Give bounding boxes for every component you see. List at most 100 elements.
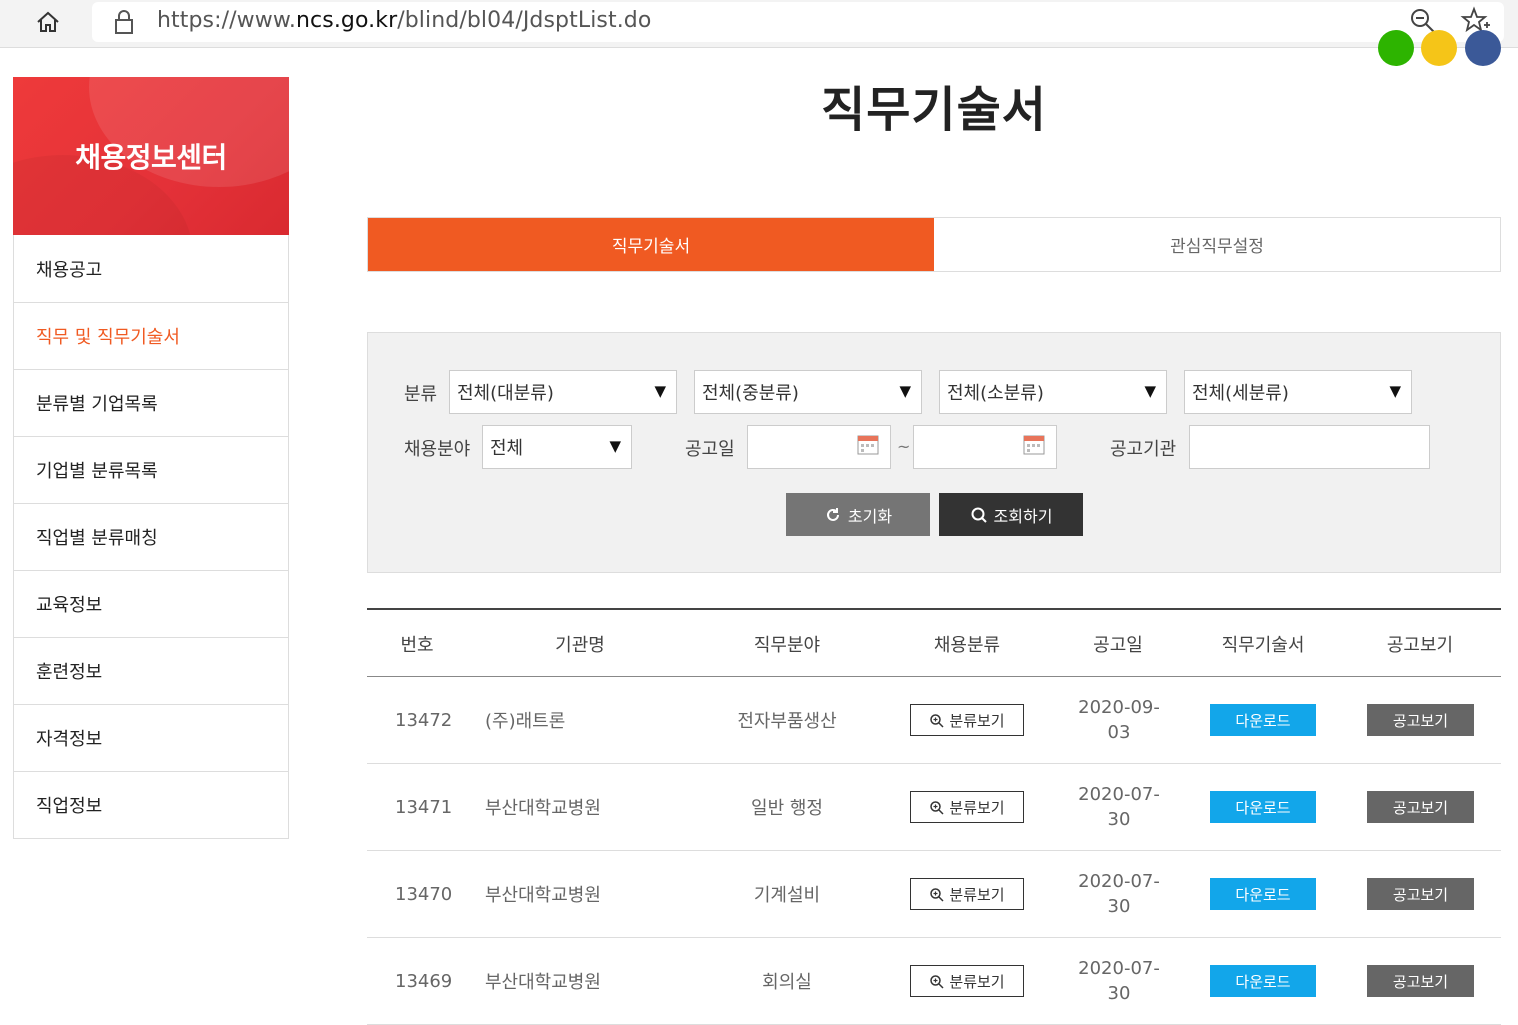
calendar-icon[interactable] xyxy=(857,434,879,456)
sidebar-header: 채용정보센터 xyxy=(13,77,289,235)
row-number: 13472 xyxy=(395,709,453,731)
row-notice-date: 2020-07- 30 xyxy=(1067,851,1171,937)
row-job-field: 일반 행정 xyxy=(751,798,823,819)
dropdown-arrow-icon: ▼ xyxy=(899,382,911,400)
url-domain: ncs.go.kr xyxy=(296,8,398,33)
page-title: 직무기술서 xyxy=(821,82,1047,138)
sidebar-item-occupation-info[interactable]: 직업정보 xyxy=(14,771,288,838)
agency-input[interactable] xyxy=(1189,425,1430,469)
recruit-field-value: 전체 xyxy=(490,438,524,459)
sidebar-item-recruit-notice[interactable]: 채용공고 xyxy=(14,235,288,302)
row-number: 13471 xyxy=(395,796,453,818)
header-job-description: 직무기술서 xyxy=(1221,634,1305,656)
row-agency: 부산대학교병원 xyxy=(485,972,601,993)
search-filter-panel: 분류 전체(대분류) ▼ 전체(중분류) ▼ 전체(소분류) ▼ 전체(세분류)… xyxy=(367,332,1501,573)
row-agency: 부산대학교병원 xyxy=(485,885,601,906)
category-major-value: 전체(대분류) xyxy=(457,383,554,404)
search-button-label: 조회하기 xyxy=(993,506,1053,526)
row-job-field: 기계설비 xyxy=(753,885,821,906)
view-class-label: 분류보기 xyxy=(949,885,1005,904)
view-notice-button[interactable]: 공고보기 xyxy=(1367,878,1474,910)
zoom-in-icon xyxy=(930,713,944,728)
url-path: /blind/bl04/JdsptList.do xyxy=(397,8,652,33)
table-row: 13470 부산대학교병원 기계설비 분류보기 2020-07- 30 다운로드… xyxy=(367,851,1501,938)
row-date-top: 2020-07- xyxy=(1078,871,1160,892)
home-icon[interactable] xyxy=(28,6,68,38)
download-button[interactable]: 다운로드 xyxy=(1210,791,1316,823)
view-class-label: 분류보기 xyxy=(949,972,1005,991)
header-job-field: 직무분야 xyxy=(753,634,821,656)
row-number: 13470 xyxy=(395,883,453,905)
row-agency: 부산대학교병원 xyxy=(485,798,601,819)
row-date-bottom: 30 xyxy=(1107,896,1131,917)
table-row: 13472 (주)래트론 전자부품생산 분류보기 2020-09- 03 다운로… xyxy=(367,677,1501,764)
row-date-top: 2020-07- xyxy=(1078,958,1160,979)
dropdown-arrow-icon: ▼ xyxy=(1389,382,1401,400)
row-agency: (주)래트론 xyxy=(485,711,566,732)
kakao-share-icon[interactable] xyxy=(1421,30,1457,66)
dropdown-arrow-icon: ▼ xyxy=(609,437,621,455)
download-button[interactable]: 다운로드 xyxy=(1210,704,1316,736)
row-notice-date: 2020-07- 30 xyxy=(1067,938,1171,1024)
date-label: 공고일 xyxy=(685,439,735,460)
url-text[interactable]: https://www.ncs.go.kr/blind/bl04/JdsptLi… xyxy=(157,6,651,36)
browser-toolbar: https://www.ncs.go.kr/blind/bl04/JdsptLi… xyxy=(0,0,1518,48)
category-minor-value: 전체(소분류) xyxy=(947,383,1044,404)
view-notice-button[interactable]: 공고보기 xyxy=(1367,704,1474,736)
end-date-input[interactable] xyxy=(913,425,1057,469)
category-middle-select[interactable]: 전체(중분류) ▼ xyxy=(694,370,922,414)
view-notice-button[interactable]: 공고보기 xyxy=(1367,965,1474,997)
dropdown-arrow-icon: ▼ xyxy=(654,382,666,400)
agency-label: 공고기관 xyxy=(1110,439,1177,460)
sidebar-item-class-by-company[interactable]: 기업별 분류목록 xyxy=(14,436,288,503)
view-class-button[interactable]: 분류보기 xyxy=(910,791,1024,823)
category-middle-value: 전체(중분류) xyxy=(702,383,799,404)
dropdown-arrow-icon: ▼ xyxy=(1144,382,1156,400)
header-notice-date: 공고일 xyxy=(1093,634,1143,656)
sidebar-item-certification[interactable]: 자격정보 xyxy=(14,704,288,771)
sidebar-item-education[interactable]: 교육정보 xyxy=(14,570,288,637)
job-description-table: 번호 기관명 직무분야 채용분류 공고일 직무기술서 공고보기 13472 (주… xyxy=(367,608,1501,1025)
row-date-top: 2020-09- xyxy=(1078,697,1160,718)
tab-interest-job-settings[interactable]: 관심직무설정 xyxy=(934,218,1500,271)
zoom-in-icon xyxy=(930,887,944,902)
header-agency: 기관명 xyxy=(555,634,605,656)
field-label: 채용분야 xyxy=(404,439,471,460)
lock-icon xyxy=(112,8,136,36)
sidebar-item-job-description[interactable]: 직무 및 직무기술서 xyxy=(14,302,288,369)
tab-job-description[interactable]: 직무기술서 xyxy=(368,218,934,271)
search-button[interactable]: 조회하기 xyxy=(939,493,1083,536)
view-class-button[interactable]: 분류보기 xyxy=(910,704,1024,736)
category-detail-select[interactable]: 전체(세분류) ▼ xyxy=(1184,370,1412,414)
sidebar-title: 채용정보센터 xyxy=(75,141,227,174)
download-button[interactable]: 다운로드 xyxy=(1210,965,1316,997)
category-minor-select[interactable]: 전체(소분류) ▼ xyxy=(939,370,1167,414)
sidebar: 채용정보센터 채용공고 직무 및 직무기술서 분류별 기업목록 기업별 분류목록… xyxy=(13,77,289,839)
header-view-notice: 공고보기 xyxy=(1386,634,1454,656)
naver-share-icon[interactable] xyxy=(1378,30,1414,66)
date-separator: ~ xyxy=(897,437,911,456)
category-label: 분류 xyxy=(404,384,438,405)
facebook-share-icon[interactable] xyxy=(1465,30,1501,66)
tab-bar: 직무기술서 관심직무설정 xyxy=(367,217,1501,272)
sidebar-item-company-by-class[interactable]: 분류별 기업목록 xyxy=(14,369,288,436)
reset-button-label: 초기화 xyxy=(847,506,893,526)
row-notice-date: 2020-07- 30 xyxy=(1067,764,1171,850)
reset-button[interactable]: 초기화 xyxy=(786,493,930,536)
row-date-top: 2020-07- xyxy=(1078,784,1160,805)
category-major-select[interactable]: 전체(대분류) ▼ xyxy=(449,370,677,414)
view-class-button[interactable]: 분류보기 xyxy=(910,965,1024,997)
table-row: 13469 부산대학교병원 회의실 분류보기 2020-07- 30 다운로드 … xyxy=(367,938,1501,1025)
view-class-button[interactable]: 분류보기 xyxy=(910,878,1024,910)
start-date-input[interactable] xyxy=(747,425,891,469)
download-button[interactable]: 다운로드 xyxy=(1210,878,1316,910)
calendar-icon[interactable] xyxy=(1023,434,1045,456)
search-icon xyxy=(971,507,987,523)
view-notice-button[interactable]: 공고보기 xyxy=(1367,791,1474,823)
recruit-field-select[interactable]: 전체 ▼ xyxy=(482,425,632,469)
sidebar-item-occupation-matching[interactable]: 직업별 분류매칭 xyxy=(14,503,288,570)
header-recruit-class: 채용분류 xyxy=(933,634,1001,656)
refresh-icon xyxy=(826,507,839,521)
header-number: 번호 xyxy=(400,634,434,656)
sidebar-item-training[interactable]: 훈련정보 xyxy=(14,637,288,704)
